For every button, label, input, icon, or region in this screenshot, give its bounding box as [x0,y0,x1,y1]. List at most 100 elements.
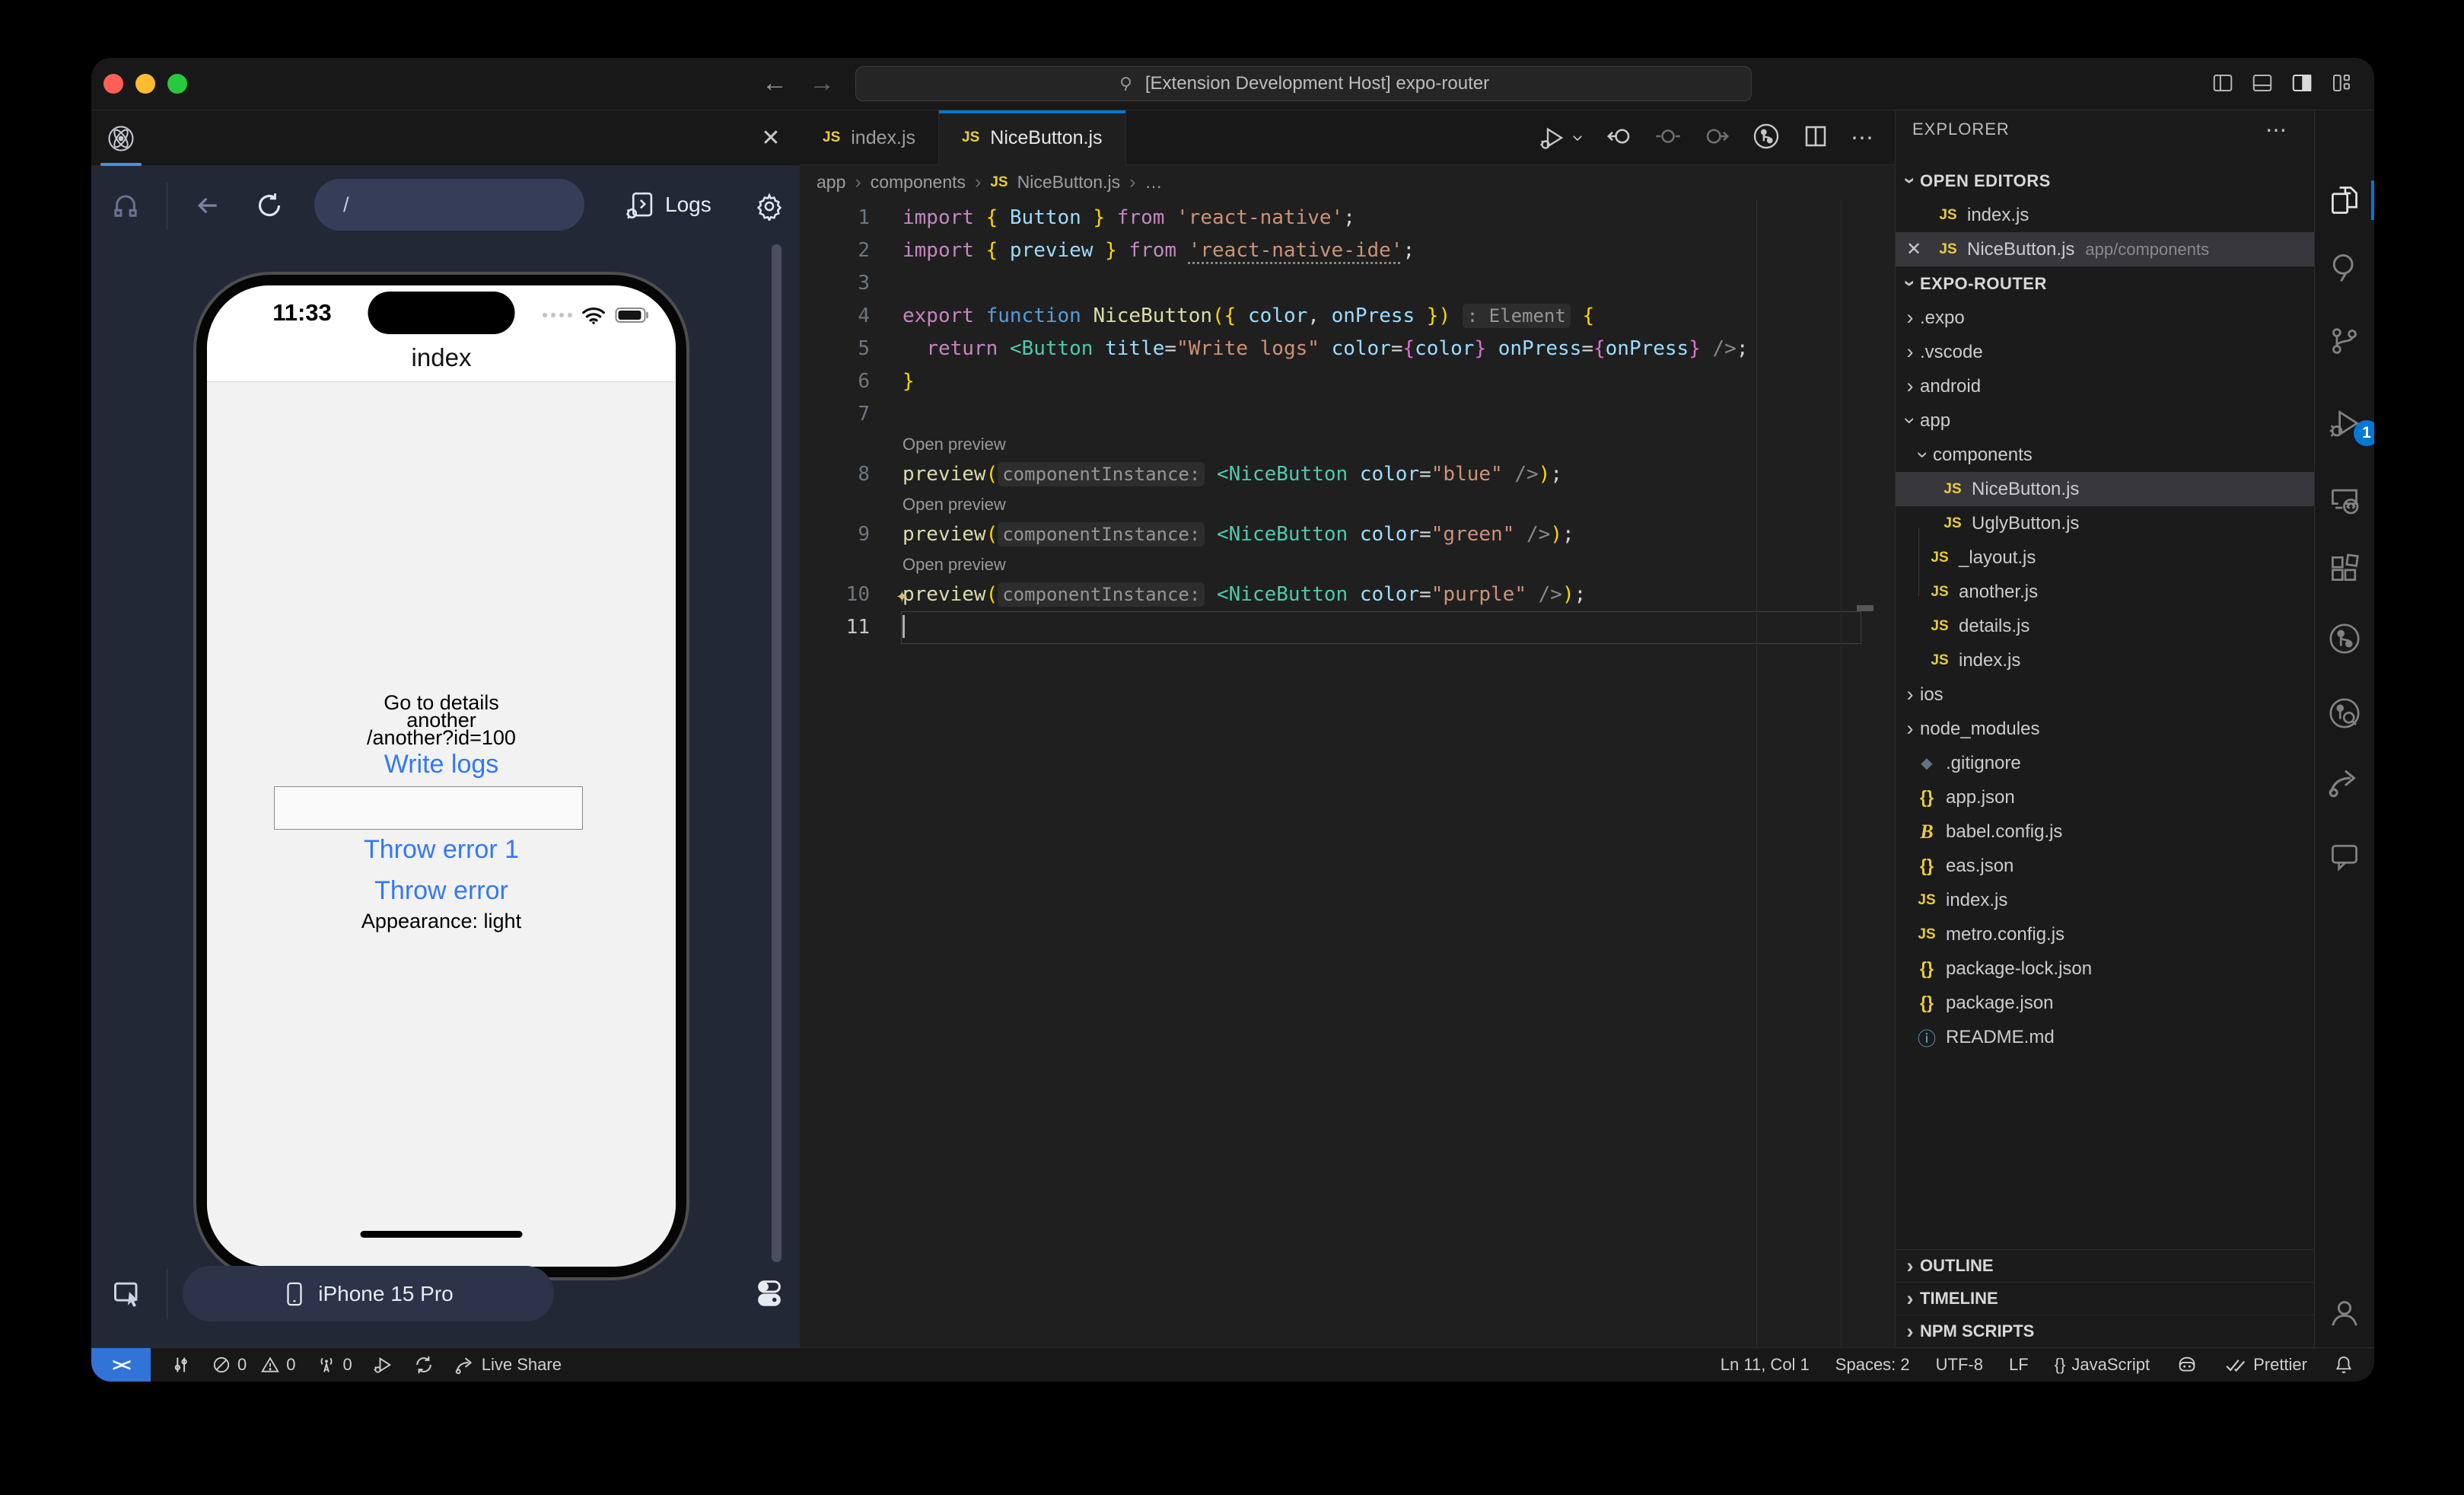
tree-item-_layout.js[interactable]: JS_layout.js [1896,540,2314,575]
gitlens-graph-icon[interactable] [1752,122,1781,155]
element-inspector-icon[interactable] [111,1277,145,1310]
code-line-2[interactable]: 2import { preview } from 'react-native-i… [800,234,1895,267]
extensions-icon[interactable] [2326,550,2363,587]
code-line-5[interactable]: 5 return <Button title="Write logs" colo… [800,333,1895,365]
tree-item-UglyButton.js[interactable]: JSUglyButton.js [1896,506,2314,540]
more-actions-icon[interactable]: ⋯ [1851,125,1875,151]
breadcrumb-components[interactable]: components [871,172,966,193]
tree-item-.vscode[interactable]: ›.vscode [1896,335,2314,369]
encoding-status[interactable]: UTF-8 [1936,1355,1983,1375]
write-logs-button[interactable]: Write logs [207,750,676,779]
code-line-3[interactable]: 3 [800,267,1895,300]
toggle-secondary-sidebar-icon[interactable] [2291,72,2313,94]
tree-item-eas.json[interactable]: {}eas.json [1896,849,2314,883]
tree-item-app.json[interactable]: {}app.json [1896,780,2314,814]
code-line-7[interactable]: 7 [800,398,1895,431]
device-settings-gear-icon[interactable] [755,192,784,221]
code-line-11[interactable]: 11 [800,611,1895,644]
tree-item-ios[interactable]: ›ios [1896,677,2314,712]
minimize-window-button[interactable] [135,74,155,94]
close-window-button[interactable] [103,74,123,94]
breadcrumb[interactable]: app › components › JS NiceButton.js › … [800,165,1895,199]
maximize-window-button[interactable] [167,74,187,94]
device-panel-tab[interactable] [91,110,151,166]
tree-item-android[interactable]: ›android [1896,369,2314,403]
route-url-field[interactable]: / [314,179,584,231]
gitlens-inspect-icon[interactable] [2326,695,2363,732]
explorer-icon[interactable] [2326,182,2363,218]
text-input[interactable] [274,786,583,830]
code-line-6[interactable]: 6} [800,365,1895,398]
tree-item-components[interactable]: ›components [1896,438,2314,472]
remote-indicator[interactable]: >< [91,1348,151,1382]
device-settings-toggles-icon[interactable] [752,1275,787,1310]
code-line-4[interactable]: 4export function NiceButton({ color, onP… [800,300,1895,333]
section-expo-router[interactable]: › EXPO-ROUTER [1896,266,2314,301]
tree-item-package-lock.json[interactable]: {}package-lock.json [1896,952,2314,986]
open-editor-NiceButton.js[interactable]: ✕JSNiceButton.jsapp/components [1896,232,2314,266]
tree-item-README.md[interactable]: ⓘREADME.md [1896,1020,2314,1054]
tree-item-app[interactable]: ›app [1896,403,2314,438]
next-change-icon[interactable] [1703,123,1730,154]
tree-item-package.json[interactable]: {}package.json [1896,986,2314,1020]
codelens-open-preview[interactable]: Open preview [800,431,1895,458]
toggle-panel-icon[interactable] [2251,72,2274,94]
code-line-8[interactable]: 8preview(componentInstance: <NiceButton … [800,458,1895,491]
close-panel-icon[interactable]: ✕ [757,124,785,151]
throw-error-1-button[interactable]: Throw error 1 [207,835,676,865]
codelens-open-preview[interactable]: Open preview [800,551,1895,579]
live-share-status[interactable]: Live Share [454,1354,562,1375]
breadcrumb-file[interactable]: NiceButton.js [1017,172,1121,193]
tree-item-node_modules[interactable]: ›node_modules [1896,712,2314,746]
tree-item-index.js[interactable]: JSindex.js [1896,883,2314,917]
problems-status[interactable]: 0 0 [212,1355,296,1375]
source-control-icon[interactable] [2326,323,2363,359]
run-and-debug-icon[interactable]: 1 [2326,405,2363,441]
section-npm-scripts[interactable]: ›NPM SCRIPTS [1896,1315,2314,1347]
chat-icon[interactable] [2326,838,2363,875]
notifications-bell-icon[interactable] [2333,1354,2354,1375]
section-open-editors[interactable]: › OPEN EDITORS [1896,164,2314,198]
section-outline[interactable]: ›OUTLINE [1896,1249,2314,1282]
account-icon[interactable] [2326,1295,2363,1331]
tree-item-metro.config.js[interactable]: JSmetro.config.js [1896,917,2314,952]
run-or-debug-button[interactable] [1539,124,1584,151]
tree-item-NiceButton.js[interactable]: JSNiceButton.js [1896,472,2314,506]
tree-item-another.js[interactable]: JSanother.js [1896,575,2314,609]
codelens-open-preview[interactable]: Open preview [800,491,1895,518]
breadcrumb-more[interactable]: … [1144,172,1162,193]
code-editor[interactable]: 1import { Button } from 'react-native';2… [800,199,1895,1347]
split-editor-icon[interactable] [1802,123,1829,154]
tree-item-babel.config.js[interactable]: Bbabel.config.js [1896,814,2314,849]
customize-layout-icon[interactable] [2330,72,2353,94]
explorer-more-actions-icon[interactable]: ⋯ [2265,117,2288,142]
tree-item-.gitignore[interactable]: ◆.gitignore [1896,746,2314,780]
breadcrumb-app[interactable]: app [817,172,845,193]
copilot-status[interactable] [2176,1353,2198,1376]
cursor-position-status[interactable]: Ln 11, Col 1 [1721,1355,1810,1375]
history-back-button[interactable]: ← [758,69,791,98]
radon-devtools-status[interactable] [170,1354,192,1375]
code-line-10[interactable]: 10✦preview(componentInstance: <NiceButto… [800,579,1895,611]
code-line-9[interactable]: 9preview(componentInstance: <NiceButton … [800,518,1895,551]
previous-change-icon[interactable] [1606,123,1633,154]
tree-item-details.js[interactable]: JSdetails.js [1896,609,2314,643]
device-reload-icon[interactable] [254,190,285,221]
ports-status[interactable]: 0 [316,1354,352,1375]
device-selector-button[interactable]: iPhone 15 Pro [183,1266,554,1321]
device-back-icon[interactable] [193,190,223,221]
github-pull-requests-icon[interactable] [2326,620,2363,657]
code-line-1[interactable]: 1import { Button } from 'react-native'; [800,202,1895,234]
indentation-status[interactable]: Spaces: 2 [1835,1355,1910,1375]
lightbulb-sparkle-icon[interactable]: ✦ [896,579,909,611]
section-timeline[interactable]: ›TIMELINE [1896,1282,2314,1315]
throw-error-button[interactable]: Throw error [207,876,676,906]
tab-index-js[interactable]: JS index.js [800,110,939,165]
logs-button[interactable]: Logs [624,180,712,230]
sync-status[interactable] [413,1354,435,1375]
iphone-screen[interactable]: 11:33 index Go to details another /anoth… [207,285,676,1267]
magnet-icon[interactable] [110,190,142,222]
command-center-search[interactable]: [Extension Development Host] expo-router [855,66,1752,101]
panel-scrollbar[interactable] [772,244,782,1262]
tree-item-index.js[interactable]: JSindex.js [1896,643,2314,677]
